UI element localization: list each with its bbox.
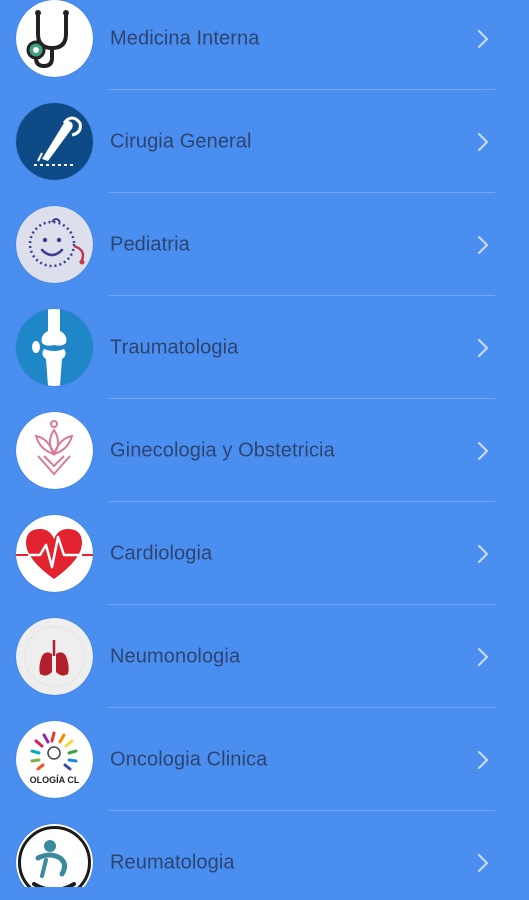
ribbon-circle-icon: OLOGÍA CL bbox=[16, 721, 93, 798]
chevron-right-icon bbox=[477, 853, 489, 873]
chevron-right-icon bbox=[477, 29, 489, 49]
specialty-label: Neumonologia bbox=[110, 645, 241, 667]
chevron-right-icon bbox=[477, 338, 489, 358]
scalpel-hand-icon bbox=[16, 103, 93, 180]
specialty-item-reumatologia[interactable]: Reumatologia bbox=[0, 811, 529, 887]
specialty-label: Pediatria bbox=[110, 233, 190, 255]
chevron-right-icon bbox=[477, 132, 489, 152]
rheumatology-figure-icon bbox=[16, 824, 93, 887]
baby-face-icon bbox=[16, 206, 93, 283]
oncology-badge-text: OLOGÍA CL bbox=[30, 775, 80, 785]
stethoscope-icon bbox=[16, 0, 93, 77]
chevron-right-icon bbox=[477, 750, 489, 770]
heart-pulse-icon bbox=[16, 515, 93, 592]
specialty-label: Ginecologia y Obstetricia bbox=[110, 439, 335, 461]
specialty-item-ginecologia-obstetricia[interactable]: Ginecologia y Obstetricia bbox=[0, 399, 529, 502]
specialty-label: Traumatologia bbox=[110, 336, 239, 358]
specialty-item-oncologia-clinica[interactable]: OLOGÍA CL Oncologia Clinica bbox=[0, 708, 529, 811]
specialty-label: Reumatologia bbox=[110, 851, 235, 873]
knee-bone-icon bbox=[16, 309, 93, 386]
specialty-item-cirugia-general[interactable]: Cirugia General bbox=[0, 90, 529, 193]
specialty-item-traumatologia[interactable]: Traumatologia bbox=[0, 296, 529, 399]
specialty-item-pediatria[interactable]: Pediatria bbox=[0, 193, 529, 296]
specialty-list: Medicina Interna Cirugia General Pediatr… bbox=[0, 0, 529, 887]
lungs-icon bbox=[16, 618, 93, 695]
specialty-label: Cirugia General bbox=[110, 130, 252, 152]
specialty-item-medicina-interna[interactable]: Medicina Interna bbox=[0, 0, 529, 90]
chevron-right-icon bbox=[477, 441, 489, 461]
chevron-right-icon bbox=[477, 235, 489, 255]
chevron-right-icon bbox=[477, 647, 489, 667]
chevron-right-icon bbox=[477, 544, 489, 564]
specialty-item-neumonologia[interactable]: Neumonologia bbox=[0, 605, 529, 708]
lotus-icon bbox=[16, 412, 93, 489]
specialty-label: Medicina Interna bbox=[110, 27, 260, 49]
specialty-item-cardiologia[interactable]: Cardiologia bbox=[0, 502, 529, 605]
specialty-label: Oncologia Clinica bbox=[110, 748, 268, 770]
specialty-label: Cardiologia bbox=[110, 542, 213, 564]
